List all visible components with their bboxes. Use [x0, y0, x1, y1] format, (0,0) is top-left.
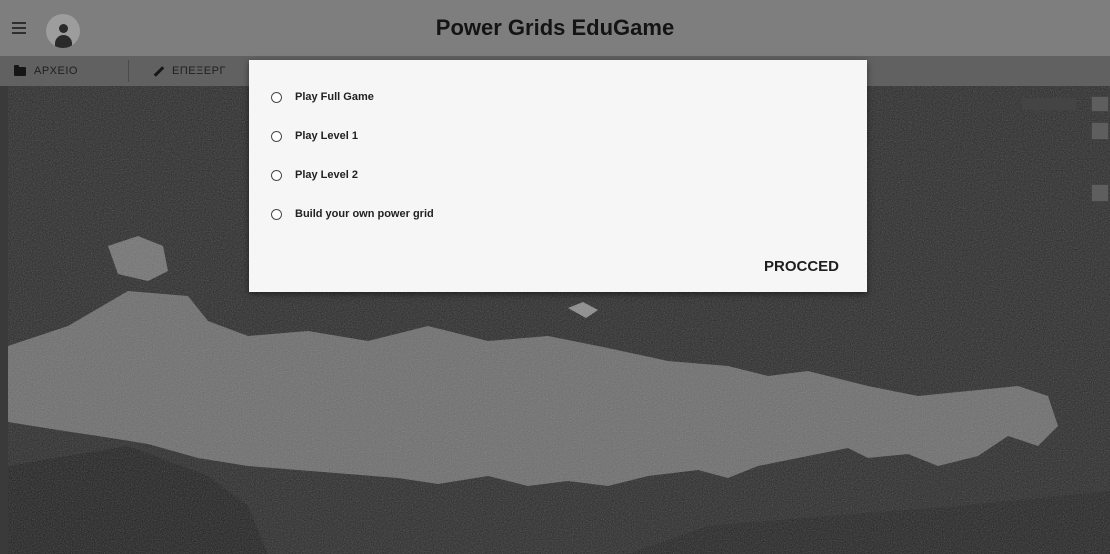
radio-button[interactable] [271, 208, 282, 220]
option-play-full-game[interactable]: Play Full Game [271, 87, 374, 107]
proceed-button[interactable]: PROCCED [764, 258, 839, 275]
option-label: Build your own power grid [295, 208, 434, 220]
map-layer-button[interactable] [1091, 184, 1109, 202]
pencil-icon [152, 65, 164, 77]
file-menu[interactable]: ΑΡΧΕΙΟ [14, 56, 78, 86]
radio-button[interactable] [271, 91, 282, 103]
option-build-own-grid[interactable]: Build your own power grid [271, 204, 434, 224]
zoom-in-button[interactable] [1091, 96, 1109, 112]
folder-icon [14, 64, 26, 76]
edit-menu-label: ΕΠΕΞΕΡΓ [172, 65, 226, 77]
radio-button[interactable] [271, 130, 282, 142]
toolbar-divider [128, 60, 129, 82]
edit-menu[interactable]: ΕΠΕΞΕΡΓ [152, 56, 226, 86]
radio-button[interactable] [271, 169, 282, 181]
game-mode-dialog: Play Full Game Play Level 1 Play Level 2… [249, 60, 867, 292]
option-play-level-2[interactable]: Play Level 2 [271, 165, 358, 185]
option-label: Play Level 1 [295, 130, 358, 142]
file-menu-label: ΑΡΧΕΙΟ [34, 65, 78, 77]
option-play-level-1[interactable]: Play Level 1 [271, 126, 358, 146]
map-search-box[interactable] [1022, 98, 1076, 110]
option-label: Play Full Game [295, 91, 374, 103]
app-header: Power Grids EduGame [0, 0, 1110, 56]
option-label: Play Level 2 [295, 169, 358, 181]
app-title: Power Grids EduGame [435, 15, 675, 40]
zoom-out-button[interactable] [1091, 122, 1109, 140]
